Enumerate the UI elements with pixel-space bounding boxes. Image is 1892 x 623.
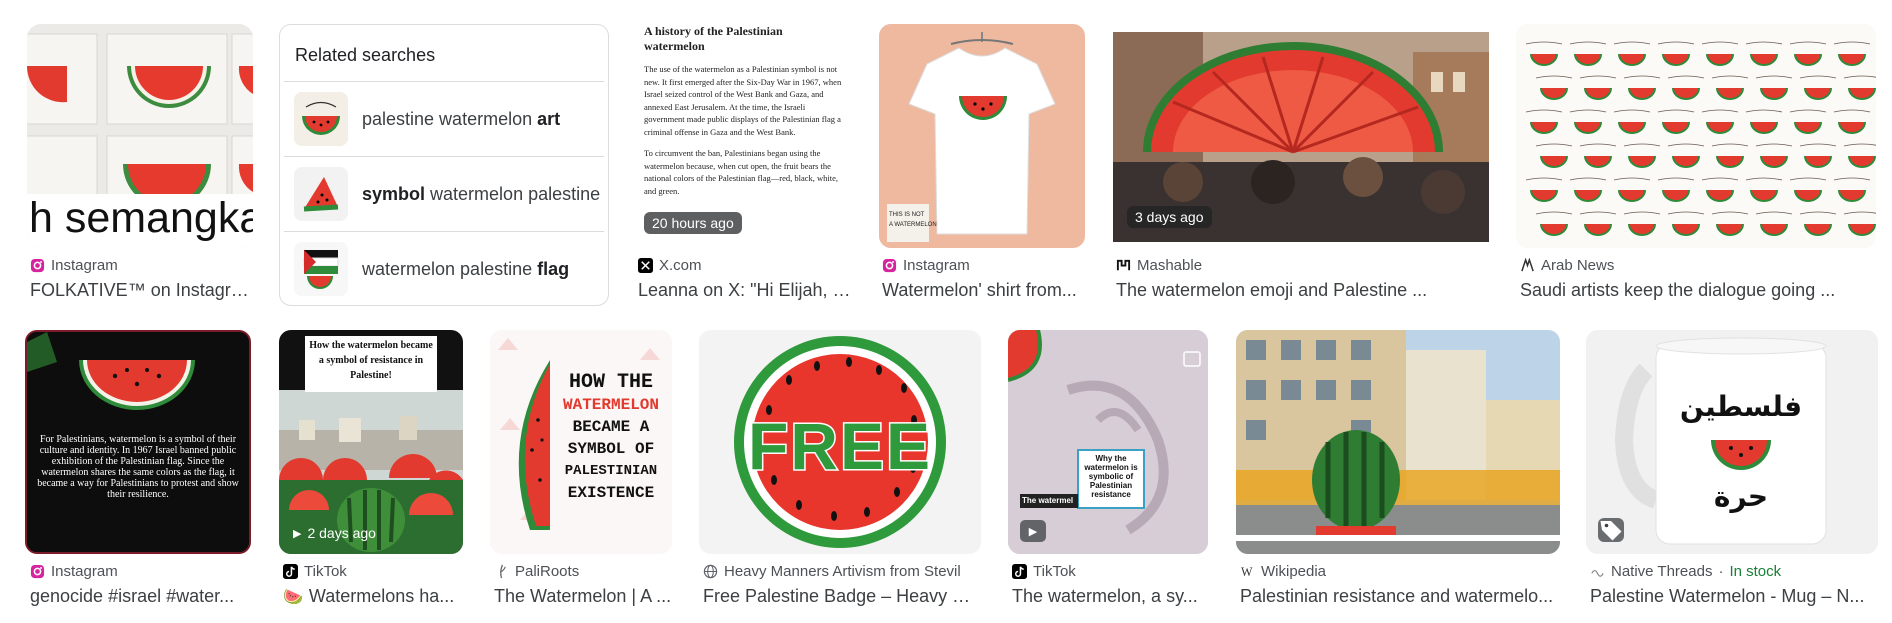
related-search-item[interactable]: watermelon palestine flag: [284, 231, 604, 305]
result-title[interactable]: Palestine Watermelon - Mug – N...: [1590, 586, 1878, 607]
time-badge: ▶ 2 days ago: [285, 522, 384, 544]
svg-text:THIS IS NOT: THIS IS NOT: [889, 212, 925, 218]
result-source: Wikipedia: [1261, 563, 1327, 580]
result-thumbnail[interactable]: A history of the Palestinian watermelon …: [634, 24, 852, 248]
result-thumbnail[interactable]: FREE: [699, 330, 981, 554]
poster-text: HOW THE WATERMELON BECAME A SYMBOL OF PA…: [550, 372, 672, 504]
watermelon-pattern: [1516, 24, 1876, 248]
related-label-bold: art: [537, 108, 561, 129]
related-thumbnail: [294, 167, 348, 221]
result-title[interactable]: Free Palestine Badge – Heavy M...: [703, 586, 981, 607]
overlay-text: h semangka: [29, 194, 253, 242]
image-caption: How the watermelon became a symbol of re…: [309, 340, 433, 381]
related-thumbnail: [294, 242, 348, 296]
time-badge-label: 2 days ago: [307, 525, 376, 541]
time-badge: 20 hours ago: [644, 212, 742, 234]
related-search-item[interactable]: palestine watermelon art: [284, 81, 604, 156]
article-paragraph: The use of the watermelon as a Palestini…: [644, 64, 842, 137]
result-title[interactable]: Saudi artists keep the dialogue going ..…: [1520, 280, 1876, 301]
result-title[interactable]: genocide #israel #water...: [30, 586, 252, 607]
result-title[interactable]: FOLKATIVE™ on Instagra...: [30, 280, 252, 301]
play-button[interactable]: ▶: [1020, 520, 1046, 542]
result-thumbnail[interactable]: [1236, 330, 1560, 554]
poster-line: EXISTENCE: [567, 484, 655, 502]
result-thumbnail[interactable]: 3 days ago: [1113, 32, 1489, 242]
related-searches-panel: Related searches palestine watermelon ar…: [279, 24, 609, 306]
play-icon: ▶: [1028, 525, 1038, 538]
x-icon: [638, 258, 653, 273]
result-thumbnail[interactable]: Why the watermelon is symbolic of Palest…: [1008, 330, 1208, 554]
result-source: Instagram: [51, 563, 118, 580]
result-source: X.com: [659, 257, 702, 274]
result-thumbnail[interactable]: h semangka: [27, 24, 253, 248]
mug-text-top: فلسطين: [1679, 390, 1803, 423]
tiktok-icon: [283, 564, 298, 579]
image-caption: Why the watermelon is symbolic of Palest…: [1084, 454, 1138, 499]
watermelon-emoji-icon: 🍉: [283, 588, 303, 606]
related-label-pre: watermelon palestine: [362, 258, 538, 279]
result-title[interactable]: The Watermelon | A ...: [494, 586, 672, 607]
result-title: Watermelons ha...: [308, 586, 455, 606]
related-label-pre: palestine watermelon: [362, 108, 538, 129]
related-searches-title: Related searches: [295, 45, 436, 65]
arab-news-icon: [1520, 257, 1535, 273]
related-label-bold: symbol: [362, 183, 426, 204]
instagram-icon: [30, 564, 45, 579]
result-source: Heavy Manners Artivism from Stevil: [724, 563, 961, 580]
wikipedia-icon: W: [1240, 564, 1255, 579]
poster-line: BECAME A: [572, 418, 650, 436]
poster-line: HOW THE: [568, 371, 653, 394]
instagram-icon: [882, 258, 897, 273]
tiktok-icon: [1012, 564, 1027, 579]
result-source: PaliRoots: [515, 563, 580, 580]
instagram-icon: [30, 258, 45, 273]
poster-line: WATERMELON: [562, 396, 659, 414]
time-badge: 3 days ago: [1127, 206, 1212, 228]
article-paragraph: To circumvent the ban, Palestinians bega…: [644, 148, 839, 196]
svg-text:A WATERMELON: A WATERMELON: [889, 222, 937, 228]
mashable-icon: [1116, 258, 1131, 273]
separator: ·: [1718, 563, 1724, 580]
stock-status: In stock: [1729, 563, 1782, 580]
result-title[interactable]: Watermelon' shirt from...: [882, 280, 1086, 301]
svg-text:W: W: [1241, 565, 1253, 579]
globe-icon: [703, 564, 718, 579]
result-source: Arab News: [1541, 257, 1615, 274]
result-source: Mashable: [1137, 257, 1203, 274]
caption-strip: The watermel: [1022, 496, 1074, 505]
result-source: Native Threads: [1611, 563, 1713, 580]
poster-line: PALESTINIAN: [564, 463, 658, 479]
result-title[interactable]: The watermelon, a sy...: [1012, 586, 1208, 607]
image-caption: For Palestinians, watermelon is a symbol…: [37, 434, 239, 500]
native-threads-icon: [1590, 564, 1605, 579]
result-source: Instagram: [51, 257, 118, 274]
related-label-post: watermelon palestine: [425, 183, 601, 204]
result-source: TikTok: [1033, 563, 1076, 580]
result-thumbnail[interactable]: فلسطين حرة: [1586, 330, 1878, 554]
result-thumbnail[interactable]: For Palestinians, watermelon is a symbol…: [25, 330, 251, 554]
result-thumbnail[interactable]: THIS IS NOT A WATERMELON: [879, 24, 1085, 248]
article-heading: A history of the Palestinian watermelon: [644, 24, 783, 53]
result-thumbnail[interactable]: HOW THE WATERMELON BECAME A SYMBOL OF PA…: [490, 330, 672, 554]
poster-line: SYMBOL OF: [567, 440, 655, 458]
result-title[interactable]: Leanna on X: "Hi Elijah, I'...: [638, 280, 852, 301]
related-search-item[interactable]: symbol watermelon palestine: [284, 156, 604, 231]
result-thumbnail[interactable]: How the watermelon became a symbol of re…: [279, 330, 463, 554]
result-title[interactable]: The watermelon emoji and Palestine ...: [1116, 280, 1488, 301]
result-thumbnail[interactable]: [1516, 24, 1876, 248]
mug-text-bottom: حرة: [1713, 480, 1769, 513]
related-label-bold: flag: [537, 258, 570, 279]
related-thumbnail: [294, 92, 348, 146]
shopping-tag-button[interactable]: [1598, 518, 1624, 542]
play-icon: ▶: [293, 527, 302, 540]
result-source: Instagram: [903, 257, 970, 274]
result-source: TikTok: [304, 563, 347, 580]
paliroots-icon: [494, 564, 509, 579]
result-title[interactable]: Palestinian resistance and watermelo...: [1240, 586, 1560, 607]
tag-icon: [1600, 521, 1622, 541]
badge-word: FREE: [746, 408, 933, 485]
